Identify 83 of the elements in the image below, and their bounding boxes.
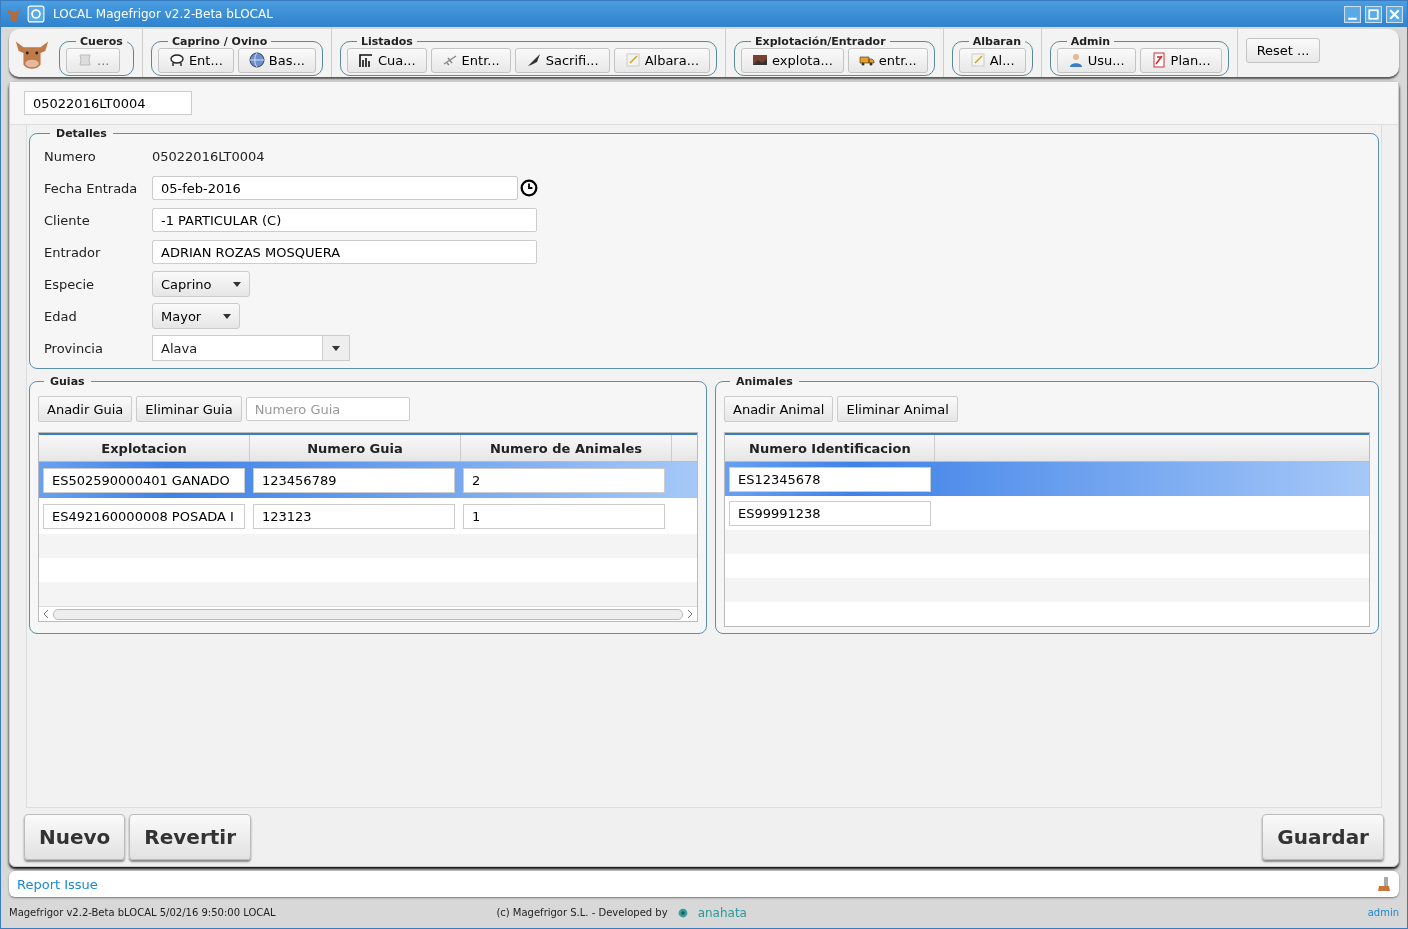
toolbar-button[interactable]: Al... — [958, 47, 1026, 73]
scroll-left-icon[interactable] — [42, 609, 50, 619]
hide-icon — [77, 52, 93, 68]
status-text: Magefrigor v2.2-Beta bLOCAL 5/02/16 9:50:00 LOCAL — [9, 907, 276, 918]
record-field[interactable]: 05022016LT0004 — [24, 91, 192, 115]
user-name: admin — [1367, 907, 1399, 918]
reset-button[interactable]: Reset ... — [1245, 37, 1321, 63]
group-title: Explotación/Entrador — [754, 34, 887, 48]
cell-field[interactable]: 1 — [463, 503, 665, 529]
group-title: Albaran — [971, 34, 1022, 48]
column-header[interactable]: Explotacion — [39, 435, 250, 461]
scroll-right-icon[interactable] — [686, 609, 694, 619]
cell-field[interactable]: 2 — [463, 467, 665, 493]
table-row[interactable]: ES12345678 — [725, 462, 1369, 496]
photo-icon — [752, 52, 769, 68]
cell-field[interactable]: ES492160000008 POSADA I — [43, 503, 245, 529]
column-header[interactable]: Numero de Animales — [461, 435, 672, 461]
section-title: Guias — [49, 375, 86, 388]
toolbar-button[interactable]: explota... — [741, 47, 844, 73]
toolbar-button[interactable]: ... — [66, 47, 121, 73]
action-button[interactable]: Nuevo — [24, 814, 126, 860]
window-title: LOCAL Magefrigor v2.2-Beta bLOCAL — [53, 7, 273, 21]
window-menu-icon[interactable] — [27, 5, 45, 23]
close-icon[interactable] — [1386, 5, 1403, 23]
group-title: Admin — [1069, 34, 1112, 48]
combo-box[interactable]: Alava — [152, 335, 350, 361]
globe-icon — [248, 52, 265, 68]
toolbar-button[interactable]: Plan... — [1139, 47, 1222, 73]
field-label: Especie — [44, 276, 95, 292]
maximize-icon[interactable] — [1365, 5, 1382, 23]
dropdown[interactable]: Mayor — [152, 303, 241, 329]
field-label: Provincia — [44, 340, 104, 356]
toolbar-button[interactable]: Usu... — [1056, 47, 1136, 73]
cell-field[interactable]: 123456789 — [253, 467, 455, 493]
section-title: Detalles — [55, 127, 108, 140]
table-row[interactable]: ES502590000401 GANADO 123456789 2 — [39, 462, 697, 498]
toolbar-button[interactable]: Albara... — [613, 47, 711, 73]
panel-button[interactable]: Eliminar Guia — [136, 396, 242, 422]
toolbar-button[interactable]: entr... — [847, 47, 928, 73]
cell-field[interactable]: 123123 — [253, 503, 455, 529]
group-title: Listados — [359, 34, 414, 48]
text-field[interactable]: ADRIAN ROZAS MOSQUERA — [152, 240, 537, 264]
table-row[interactable]: ES99991238 — [725, 496, 1369, 530]
guia-number-field[interactable]: Numero Guia — [245, 397, 410, 421]
field-label: Numero — [44, 148, 97, 164]
horizontal-scrollbar[interactable] — [39, 606, 697, 621]
panel-button[interactable]: Anadir Guia — [38, 396, 133, 422]
clock-icon[interactable] — [520, 179, 538, 197]
pdf-icon — [1150, 52, 1167, 68]
save-button[interactable]: Guardar — [1262, 814, 1384, 860]
dropdown[interactable]: Caprino — [152, 271, 251, 297]
group-title: Caprino / Ovino — [170, 34, 269, 48]
report-issue-link[interactable]: Report Issue — [17, 876, 98, 892]
date-field[interactable]: 05-feb-2016 — [152, 176, 518, 200]
brand-name: anahata — [697, 905, 747, 920]
minimize-icon[interactable] — [1344, 5, 1361, 23]
text-field[interactable]: -1 PARTICULAR (C) — [152, 208, 537, 232]
toolbar-button[interactable]: Sacrifi... — [514, 47, 610, 73]
table-row[interactable]: ES492160000008 POSADA I 123123 1 — [39, 498, 697, 534]
column-header[interactable]: Numero Guia — [250, 435, 461, 461]
note-icon — [624, 52, 641, 68]
note-icon — [969, 52, 986, 68]
panel-button[interactable]: Anadir Animal — [724, 396, 834, 422]
toolbar-button[interactable]: Cua... — [346, 47, 427, 73]
field-label: Cliente — [44, 212, 91, 228]
toolbar-button[interactable]: Bas... — [237, 47, 316, 73]
field-label: Entrador — [44, 244, 102, 260]
cell-field[interactable]: ES99991238 — [729, 500, 931, 526]
cell-field[interactable]: ES12345678 — [729, 466, 931, 492]
user-icon — [1067, 52, 1084, 68]
field-label: Fecha Entrada — [44, 180, 139, 196]
group-title: Cueros — [79, 34, 124, 48]
broom-icon[interactable] — [1375, 876, 1391, 892]
action-button[interactable]: Revertir — [129, 814, 252, 860]
toolbar-button[interactable]: Entr... — [430, 47, 511, 73]
toolbar-button[interactable]: Ent... — [157, 47, 234, 73]
cell-field[interactable]: ES502590000401 GANADO — [43, 467, 245, 493]
field-label: Edad — [44, 308, 78, 324]
field-value: 05022016LT0004 — [152, 148, 265, 164]
chart-icon — [357, 52, 374, 68]
section-title: Animales — [735, 375, 794, 388]
panel-button[interactable]: Eliminar Animal — [837, 396, 958, 422]
copyright-text: (c) Magefrigor S.L. - Developed by — [496, 907, 668, 918]
